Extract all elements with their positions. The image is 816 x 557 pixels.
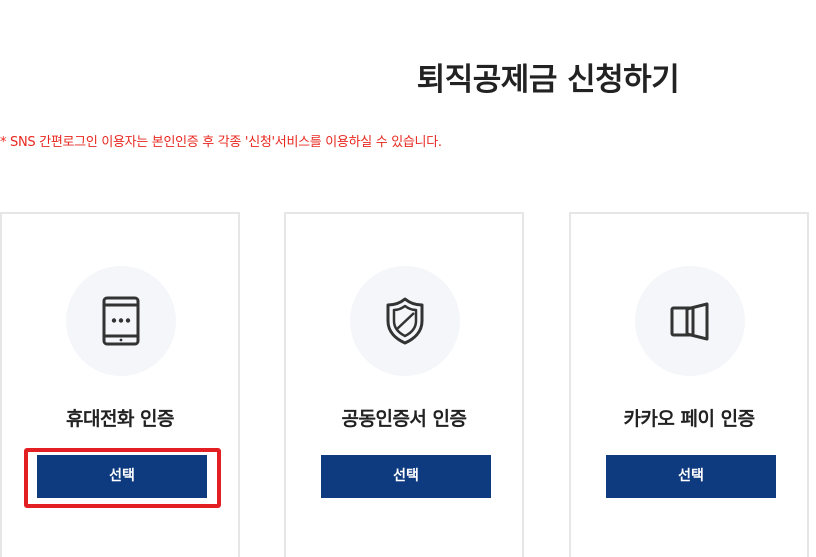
select-mobile-auth-button[interactable]: 선택 xyxy=(37,455,207,498)
icon-circle xyxy=(66,266,176,376)
card-mobile-auth: 휴대전화 인증 선택 xyxy=(0,212,240,557)
page-title: 퇴직공제금 신청하기 xyxy=(416,62,680,98)
card-title: 카카오 페이 인증 xyxy=(623,408,755,430)
icon-circle xyxy=(350,266,460,376)
page: 퇴직공제금 신청하기 * SNS 간편로그인 이용자는 본인인증 후 각종 '신… xyxy=(0,0,816,557)
card-kakaopay-auth: 카카오 페이 인증 선택 xyxy=(569,212,809,557)
shield-certificate-icon xyxy=(386,297,424,345)
mobile-phone-icon xyxy=(102,296,140,346)
select-kakaopay-auth-button[interactable]: 선택 xyxy=(606,455,776,498)
select-certificate-auth-button[interactable]: 선택 xyxy=(321,455,491,498)
card-title: 휴대전화 인증 xyxy=(66,408,175,430)
card-title: 공동인증서 인증 xyxy=(341,408,467,430)
card-certificate-auth: 공동인증서 인증 선택 xyxy=(284,212,524,557)
sns-login-notice: * SNS 간편로그인 이용자는 본인인증 후 각종 '신청'서비스를 이용하실… xyxy=(0,135,442,150)
kakao-pay-icon xyxy=(670,302,709,341)
icon-circle xyxy=(635,266,745,376)
